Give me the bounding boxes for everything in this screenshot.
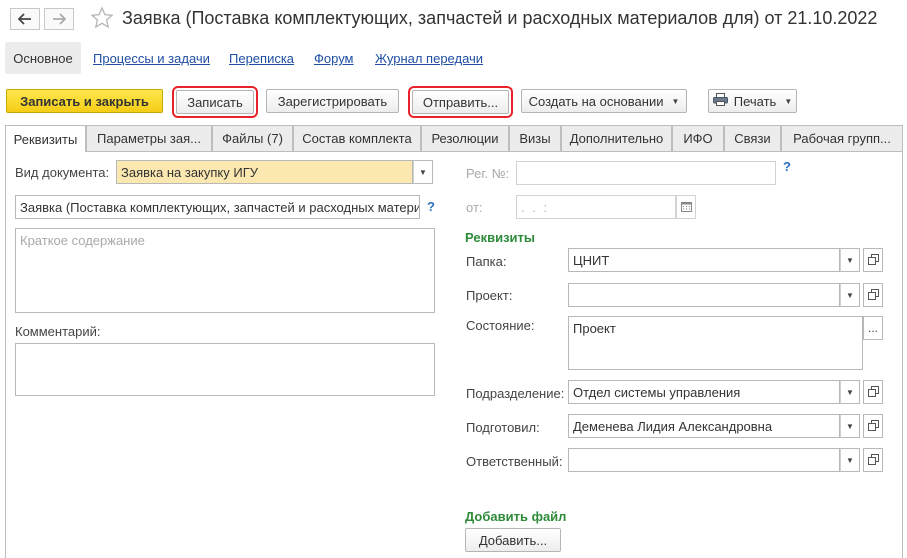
back-button[interactable] — [10, 8, 40, 30]
folder-field[interactable]: ЦНИТ — [568, 248, 840, 272]
chevron-down-icon: ▼ — [671, 96, 680, 106]
print-button[interactable]: Печать ▼ — [708, 89, 797, 113]
save-and-close-button[interactable]: Записать и закрыть — [6, 89, 163, 113]
department-field[interactable]: Отдел системы управления — [568, 380, 840, 404]
tab-resolutions[interactable]: Резолюции — [421, 125, 509, 151]
section-link-correspondence[interactable]: Переписка — [229, 51, 294, 66]
section-link-forum[interactable]: Форум — [314, 51, 354, 66]
department-dropdown[interactable]: ▼ — [840, 380, 860, 404]
reg-date-label: от: — [466, 200, 483, 215]
save-button[interactable]: Записать — [172, 86, 258, 118]
section-main[interactable]: Основное — [5, 42, 81, 74]
open-window-icon — [867, 453, 879, 468]
window-title: Заявка (Поставка комплектующих, запчасте… — [122, 8, 878, 28]
reg-number-label: Рег. №: — [466, 166, 510, 181]
doc-type-field[interactable]: Заявка на закупку ИГУ — [116, 160, 413, 184]
favorite-star-icon[interactable] — [90, 6, 114, 33]
open-window-icon — [867, 385, 879, 400]
tab-visas[interactable]: Визы — [509, 125, 561, 151]
calendar-button[interactable] — [676, 195, 696, 219]
chevron-down-icon: ▼ — [784, 96, 793, 106]
chevron-down-icon: ▼ — [846, 255, 854, 265]
print-label: Печать — [733, 93, 777, 109]
open-window-icon — [867, 288, 879, 303]
project-label: Проект: — [466, 288, 513, 303]
doc-type-dropdown[interactable]: ▼ — [413, 160, 433, 184]
reg-date-field[interactable]: . . : — [516, 195, 676, 219]
tab-links[interactable]: Связи — [724, 125, 781, 151]
chevron-down-icon: ▼ — [419, 167, 427, 177]
project-field[interactable] — [568, 283, 840, 307]
folder-label: Папка: — [466, 254, 507, 269]
add-file-group-title: Добавить файл — [465, 509, 567, 524]
prepared-by-dropdown[interactable]: ▼ — [840, 414, 860, 438]
rekvizity-group-title: Реквизиты — [465, 230, 535, 245]
state-field[interactable]: Проект — [568, 316, 863, 370]
responsible-label: Ответственный: — [466, 454, 563, 469]
open-window-icon — [867, 253, 879, 268]
project-dropdown[interactable]: ▼ — [840, 283, 860, 307]
state-label: Состояние: — [466, 318, 535, 333]
chevron-down-icon: ▼ — [846, 421, 854, 431]
prepared-by-open-button[interactable] — [863, 414, 883, 438]
tab-work-group[interactable]: Рабочая групп... — [781, 125, 903, 151]
folder-open-button[interactable] — [863, 248, 883, 272]
chevron-down-icon: ▼ — [846, 455, 854, 465]
register-button[interactable]: Зарегистрировать — [266, 89, 399, 113]
prepared-by-label: Подготовил: — [466, 420, 540, 435]
responsible-field[interactable] — [568, 448, 840, 472]
tab-ifo[interactable]: ИФО — [672, 125, 724, 151]
project-open-button[interactable] — [863, 283, 883, 307]
create-based-on-label: Создать на основании — [528, 93, 664, 109]
section-link-transfer-log[interactable]: Журнал передачи — [375, 51, 483, 66]
forward-button[interactable] — [44, 8, 74, 30]
folder-dropdown[interactable]: ▼ — [840, 248, 860, 272]
state-select-button[interactable]: ... — [863, 316, 883, 340]
department-open-button[interactable] — [863, 380, 883, 404]
doc-type-label: Вид документа: — [15, 165, 110, 180]
send-button[interactable]: Отправить... — [408, 86, 513, 118]
help-icon[interactable]: ? — [783, 159, 791, 174]
summary-textarea[interactable]: Краткое содержание — [15, 228, 435, 313]
arrow-left-icon — [18, 13, 32, 25]
comment-textarea[interactable] — [15, 343, 435, 396]
prepared-by-field[interactable]: Деменева Лидия Александровна — [568, 414, 840, 438]
arrow-right-icon — [52, 13, 66, 25]
document-name-field[interactable]: Заявка (Поставка комплектующих, запчасте… — [15, 195, 420, 219]
department-label: Подразделение: — [466, 386, 565, 401]
chevron-down-icon: ▼ — [846, 290, 854, 300]
printer-icon — [712, 93, 728, 109]
reg-number-field[interactable] — [516, 161, 776, 185]
help-icon[interactable]: ? — [427, 199, 435, 214]
calendar-icon — [680, 200, 692, 215]
tab-rekvizity[interactable]: Реквизиты — [5, 125, 86, 152]
create-based-on-button[interactable]: Создать на основании ▼ — [521, 89, 687, 113]
responsible-open-button[interactable] — [863, 448, 883, 472]
responsible-dropdown[interactable]: ▼ — [840, 448, 860, 472]
chevron-down-icon: ▼ — [846, 387, 854, 397]
tab-kit-composition[interactable]: Состав комплекта — [293, 125, 421, 151]
tab-additional[interactable]: Дополнительно — [561, 125, 672, 151]
tab-files[interactable]: Файлы (7) — [212, 125, 293, 151]
tab-parameters[interactable]: Параметры зая... — [86, 125, 212, 151]
open-window-icon — [867, 419, 879, 434]
add-file-button[interactable]: Добавить... — [465, 528, 561, 552]
section-link-processes[interactable]: Процессы и задачи — [93, 51, 210, 66]
comment-label: Комментарий: — [15, 324, 101, 339]
